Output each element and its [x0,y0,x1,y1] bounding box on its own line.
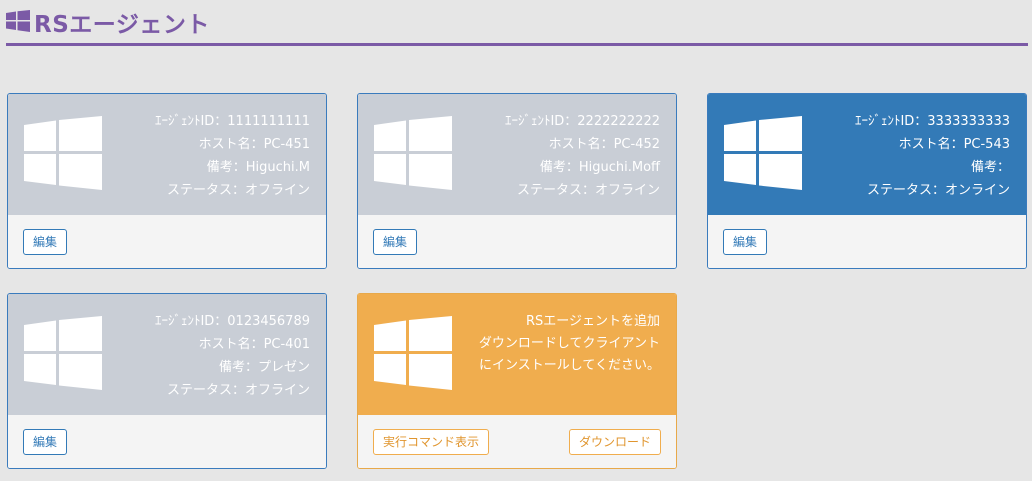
add-agent-card-body: RSエージェントを追加 ダウンロードしてクライアント にインストールしてください… [358,294,676,415]
windows-icon [24,316,102,390]
windows-icon [24,116,102,190]
agent-id: ｴｰｼﾞｪﾝﾄID：0123456789 [154,314,310,329]
agent-note: 備考：Higuchi.M [206,160,310,175]
windows-icon [374,316,452,390]
agent-info: ｴｰｼﾞｪﾝﾄID：1111111111 ホスト名：PC-451 備考：Higu… [155,110,310,202]
agent-status: ステータス：オフライン [516,183,660,198]
agent-card: ｴｰｼﾞｪﾝﾄID：0123456789 ホスト名：PC-401 備考：プレゼン… [7,293,327,469]
agent-status: ステータス：オフライン [166,183,310,198]
agent-id: ｴｰｼﾞｪﾝﾄID：3333333333 [854,114,1010,129]
agent-info: ｴｰｼﾞｪﾝﾄID：2222222222 ホスト名：PC-452 備考：Higu… [505,110,660,202]
add-agent-card: RSエージェントを追加 ダウンロードしてクライアント にインストールしてください… [357,293,677,469]
agent-note: 備考：Higuchi.Moff [539,160,660,175]
agent-card-footer: 編集 [8,215,326,268]
agent-card-footer: 編集 [8,415,326,468]
show-command-button[interactable]: 実行コマンド表示 [373,429,490,455]
windows-icon [724,116,802,190]
agent-host: ホスト名：PC-451 [198,137,310,152]
agent-id: ｴｰｼﾞｪﾝﾄID：2222222222 [504,114,660,129]
edit-button[interactable]: 編集 [23,229,68,255]
page-title: RSエージェント [34,11,210,38]
agent-card-body: ｴｰｼﾞｪﾝﾄID：3333333333 ホスト名：PC-543 備考： ステー… [708,94,1026,215]
agent-card-footer: 編集 [708,215,1026,268]
agent-host: ホスト名：PC-401 [198,337,310,352]
add-agent-card-footer: 実行コマンド表示 ダウンロード [358,415,676,468]
agent-host: ホスト名：PC-452 [548,137,660,152]
agent-info: ｴｰｼﾞｪﾝﾄID：3333333333 ホスト名：PC-543 備考： ステー… [855,110,1010,202]
add-agent-title: RSエージェントを追加 [525,314,660,329]
agent-card: ｴｰｼﾞｪﾝﾄID：3333333333 ホスト名：PC-543 備考： ステー… [707,93,1027,269]
agent-card-body: ｴｰｼﾞｪﾝﾄID：0123456789 ホスト名：PC-401 備考：プレゼン… [8,294,326,415]
page-header: RSエージェント [6,0,1028,46]
agent-host: ホスト名：PC-543 [898,137,1010,152]
add-agent-info: RSエージェントを追加 ダウンロードしてクライアント にインストールしてください… [479,311,660,377]
add-agent-instruction: ダウンロードしてクライアント [478,336,660,351]
agent-card-body: ｴｰｼﾞｪﾝﾄID：1111111111 ホスト名：PC-451 備考：Higu… [8,94,326,215]
windows-logo-icon [6,9,30,36]
edit-button[interactable]: 編集 [373,229,418,255]
edit-button[interactable]: 編集 [723,229,768,255]
agent-note: 備考： [970,160,1010,175]
agent-status: ステータス：オフライン [166,383,310,398]
agent-card: ｴｰｼﾞｪﾝﾄID：1111111111 ホスト名：PC-451 備考：Higu… [7,93,327,269]
add-agent-instruction: にインストールしてください。 [479,358,660,373]
agent-card: ｴｰｼﾞｪﾝﾄID：2222222222 ホスト名：PC-452 備考：Higu… [357,93,677,269]
download-button[interactable]: ダウンロード [568,429,661,455]
agent-note: 備考：プレゼン [218,360,310,375]
agent-info: ｴｰｼﾞｪﾝﾄID：0123456789 ホスト名：PC-401 備考：プレゼン… [155,310,310,402]
agent-status: ステータス：オンライン [866,183,1010,198]
edit-button[interactable]: 編集 [23,429,68,455]
windows-icon [374,116,452,190]
agent-id: ｴｰｼﾞｪﾝﾄID：1111111111 [154,114,310,129]
agent-card-footer: 編集 [358,215,676,268]
agent-card-body: ｴｰｼﾞｪﾝﾄID：2222222222 ホスト名：PC-452 備考：Higu… [358,94,676,215]
